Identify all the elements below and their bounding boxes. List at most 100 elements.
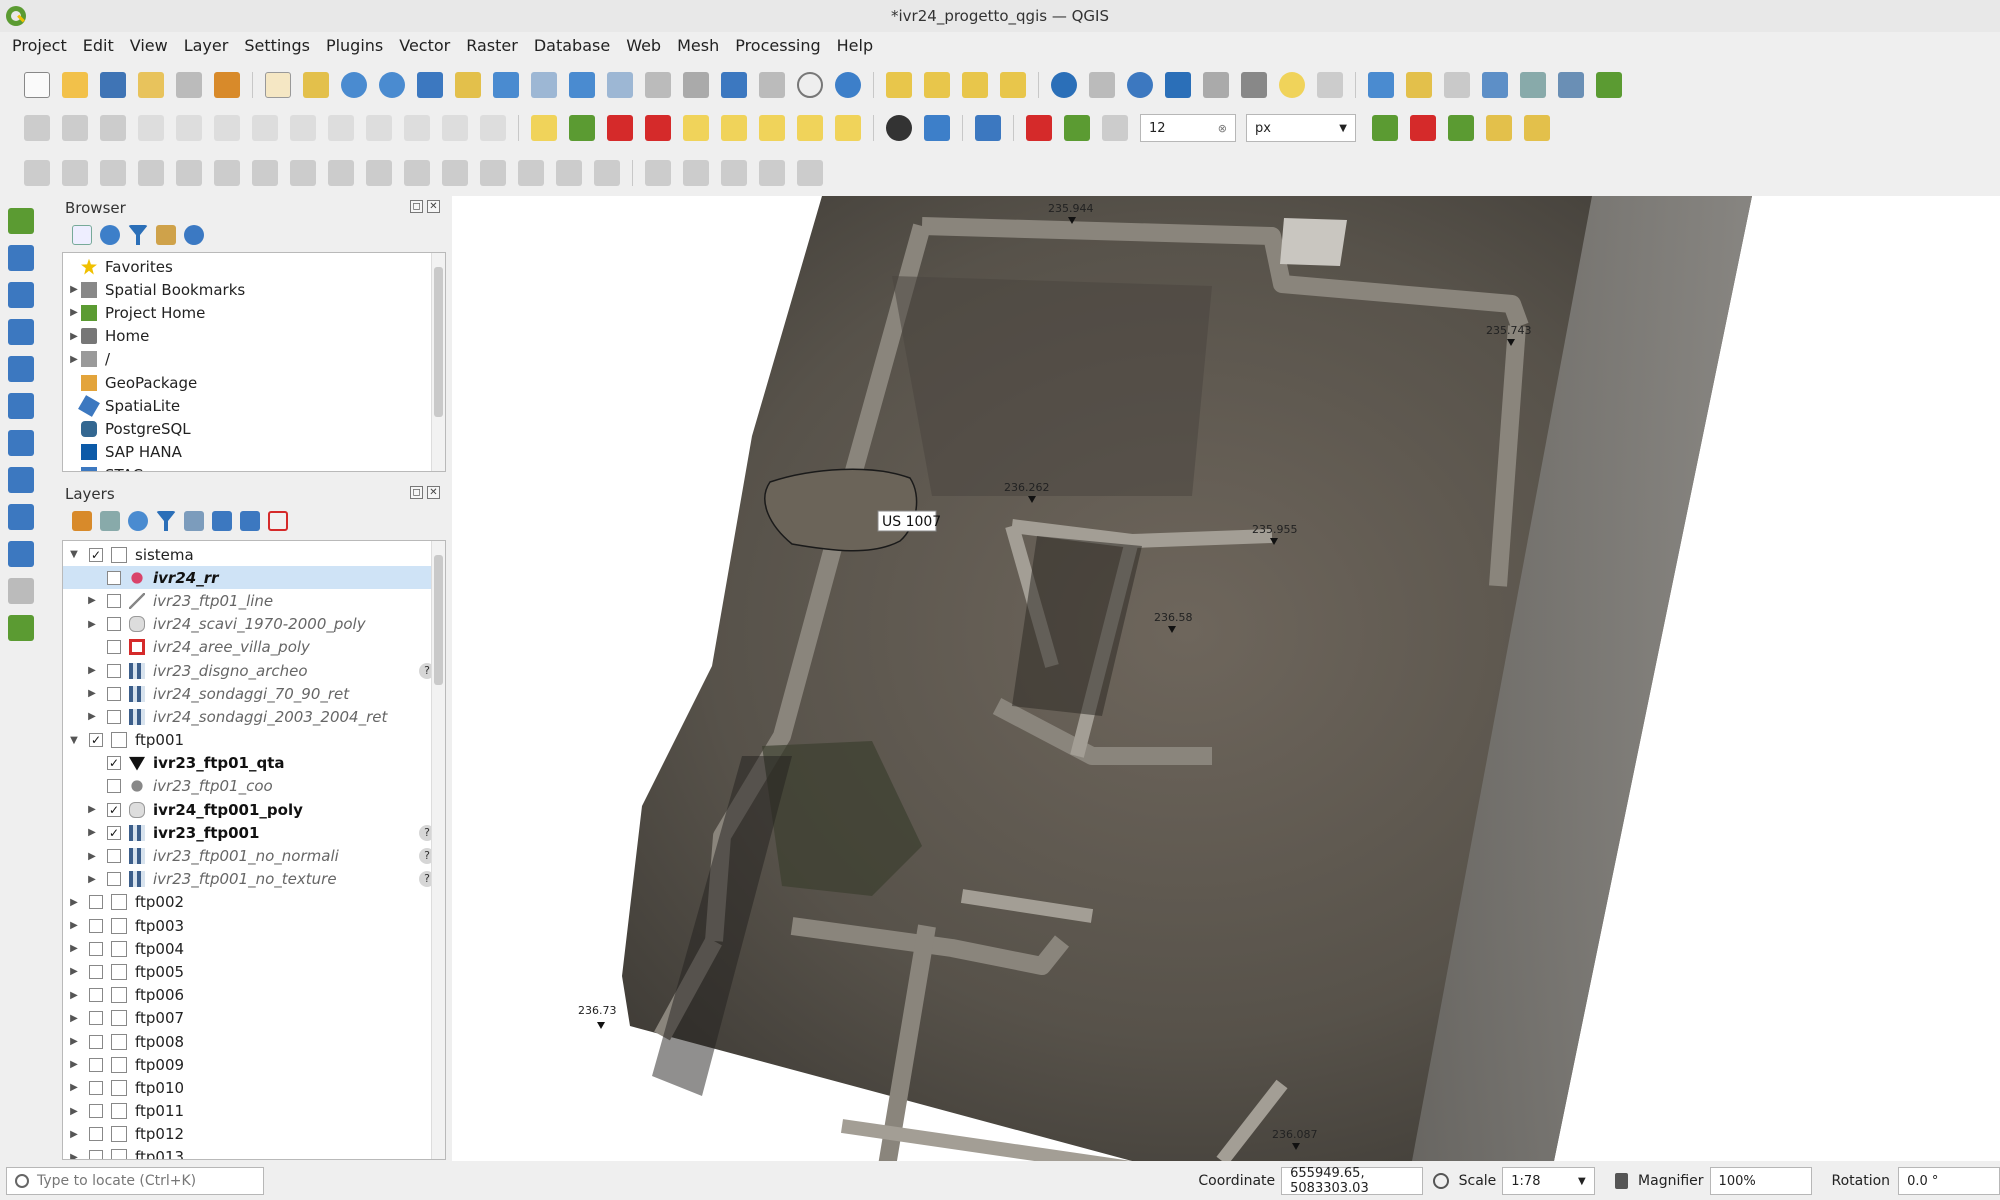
lock-scale-icon[interactable] — [1614, 1173, 1629, 1189]
print-layout-icon[interactable] — [176, 72, 202, 98]
delete-icon[interactable] — [290, 115, 316, 141]
layer-item-ftp003[interactable]: ▶ ftp003 — [63, 914, 445, 937]
snapping-unit-select[interactable]: px ▼ — [1246, 114, 1356, 142]
layer-visibility-checkbox[interactable] — [107, 849, 121, 864]
new-geopackage-icon[interactable] — [1444, 72, 1470, 98]
snap-options-icon[interactable] — [1102, 115, 1128, 141]
pan-icon[interactable] — [265, 72, 291, 98]
current-edits-icon[interactable] — [24, 115, 50, 141]
layer-item-ivr24-ftp001-poly[interactable]: ▶ ✓ ivr24_ftp001_poly — [63, 798, 445, 821]
zoom-layer-icon[interactable] — [493, 72, 519, 98]
filter-legend-icon[interactable] — [156, 511, 176, 531]
qgis-web-icon[interactable] — [886, 115, 912, 141]
chevron-right-icon[interactable]: ▶ — [67, 307, 81, 318]
browser-item-spatialite[interactable]: SpatiaLite — [63, 394, 445, 417]
help-icon[interactable] — [975, 115, 1001, 141]
layer-item-ftp005[interactable]: ▶ ftp005 — [63, 960, 445, 983]
add-spatialite-icon[interactable] — [8, 356, 34, 382]
chevron-right-icon[interactable]: ▶ — [67, 943, 81, 954]
chevron-right-icon[interactable]: ▶ — [85, 851, 99, 862]
layer-visibility-checkbox[interactable] — [107, 617, 121, 632]
layer-item-ivr23-ftp01-line[interactable]: ▶ ivr23_ftp01_line — [63, 589, 445, 612]
layer-visibility-checkbox[interactable] — [89, 1104, 103, 1119]
rectangle-icon[interactable] — [759, 160, 785, 186]
zoom-next-icon[interactable] — [607, 72, 633, 98]
style-manager-icon[interactable] — [72, 511, 92, 531]
remove-layer-icon[interactable] — [268, 511, 288, 531]
node-tool-icon[interactable] — [214, 115, 240, 141]
menu-settings[interactable]: Settings — [238, 32, 320, 60]
layer-item-ftp010[interactable]: ▶ ftp010 — [63, 1076, 445, 1099]
new-project-icon[interactable] — [24, 72, 50, 98]
open-project-icon[interactable] — [62, 72, 88, 98]
menu-vector[interactable]: Vector — [393, 32, 460, 60]
browser-item-postgresql[interactable]: PostgreSQL — [63, 417, 445, 440]
deselect-icon[interactable] — [962, 72, 988, 98]
statistics-icon[interactable] — [1165, 72, 1191, 98]
layer-item-ftp008[interactable]: ▶ ftp008 — [63, 1030, 445, 1053]
ellipse-icon[interactable] — [721, 160, 747, 186]
chevron-right-icon[interactable]: ▶ — [67, 1013, 81, 1024]
layers-scrollbar[interactable] — [431, 541, 445, 1159]
label-move-icon[interactable] — [607, 115, 633, 141]
undo-icon[interactable] — [442, 115, 468, 141]
layer-visibility-checkbox[interactable] — [107, 709, 121, 724]
simplify-icon[interactable] — [328, 160, 354, 186]
layer-item-ivr24-aree-villa-poly[interactable]: ivr24_aree_villa_poly — [63, 636, 445, 659]
menu-database[interactable]: Database — [528, 32, 620, 60]
layer-item-ivr24-rr[interactable]: ivr24_rr — [63, 566, 445, 590]
menu-plugins[interactable]: Plugins — [320, 32, 393, 60]
snapping-magnet-icon[interactable] — [1026, 115, 1052, 141]
new-bookmark-icon[interactable] — [721, 72, 747, 98]
new-shapefile-icon[interactable] — [8, 615, 34, 641]
layer-visibility-checkbox[interactable] — [89, 941, 103, 956]
merge-attributes-icon[interactable] — [480, 160, 506, 186]
chevron-right-icon[interactable]: ▶ — [67, 1106, 81, 1117]
style-manager-icon[interactable] — [214, 72, 240, 98]
chevron-down-icon[interactable]: ▼ — [67, 735, 81, 746]
layer-visibility-checkbox[interactable] — [89, 918, 103, 933]
label-edit-icon[interactable] — [797, 115, 823, 141]
layer-visibility-checkbox[interactable] — [107, 663, 121, 678]
float-panel-button[interactable]: ◻ — [410, 486, 423, 499]
split-parts-icon[interactable] — [404, 160, 430, 186]
menu-web[interactable]: Web — [620, 32, 671, 60]
browser-item-geopackage[interactable]: GeoPackage — [63, 371, 445, 394]
polygon-icon[interactable] — [797, 160, 823, 186]
zoom-native-icon[interactable] — [531, 72, 557, 98]
browser-item-spatial-bookmarks[interactable]: ▶ Spatial Bookmarks — [63, 278, 445, 301]
split-features-icon[interactable] — [366, 160, 392, 186]
vertex-tool-icon[interactable] — [176, 115, 202, 141]
layer-visibility-checkbox[interactable]: ✓ — [89, 733, 103, 748]
rotate-feature-icon[interactable] — [594, 160, 620, 186]
identify-icon[interactable] — [1051, 72, 1077, 98]
measure-icon[interactable] — [1241, 72, 1267, 98]
browser-item-[interactable]: ▶ / — [63, 348, 445, 371]
select-features-icon[interactable] — [886, 72, 912, 98]
add-wcs-layer-icon[interactable] — [8, 541, 34, 567]
menu-view[interactable]: View — [124, 32, 178, 60]
chevron-right-icon[interactable]: ▶ — [67, 990, 81, 1001]
layer-visibility-checkbox[interactable] — [89, 964, 103, 979]
chevron-right-icon[interactable]: ▶ — [67, 354, 81, 365]
layer-item-ftp006[interactable]: ▶ ftp006 — [63, 984, 445, 1007]
digitize-icon[interactable] — [1482, 72, 1508, 98]
attribute-table-icon[interactable] — [1089, 72, 1115, 98]
add-part-icon[interactable] — [100, 160, 126, 186]
label-change-icon[interactable] — [721, 115, 747, 141]
snap-intersection-icon[interactable] — [1410, 115, 1436, 141]
snap-tracing-icon[interactable] — [1486, 115, 1512, 141]
add-wms-icon[interactable] — [1406, 72, 1432, 98]
layer-item-ivr23-ftp01-coo[interactable]: ivr23_ftp01_coo — [63, 775, 445, 798]
copy-icon[interactable] — [366, 115, 392, 141]
layer-visibility-checkbox[interactable] — [89, 1080, 103, 1095]
layer-visibility-checkbox[interactable] — [89, 988, 103, 1003]
map-tips-icon[interactable] — [1279, 72, 1305, 98]
layer-item-ivr24-sondaggi-2003-2004-ret[interactable]: ▶ ivr24_sondaggi_2003_2004_ret — [63, 705, 445, 728]
coordinate-field[interactable]: 655949.65, 5083303.03 — [1281, 1166, 1424, 1196]
close-panel-button[interactable]: ✕ — [427, 486, 440, 499]
label-toggle-icon[interactable] — [759, 115, 785, 141]
pan-to-selection-icon[interactable] — [303, 72, 329, 98]
chevron-right-icon[interactable]: ▶ — [67, 1059, 81, 1070]
layer-visibility-checkbox[interactable] — [107, 872, 121, 887]
